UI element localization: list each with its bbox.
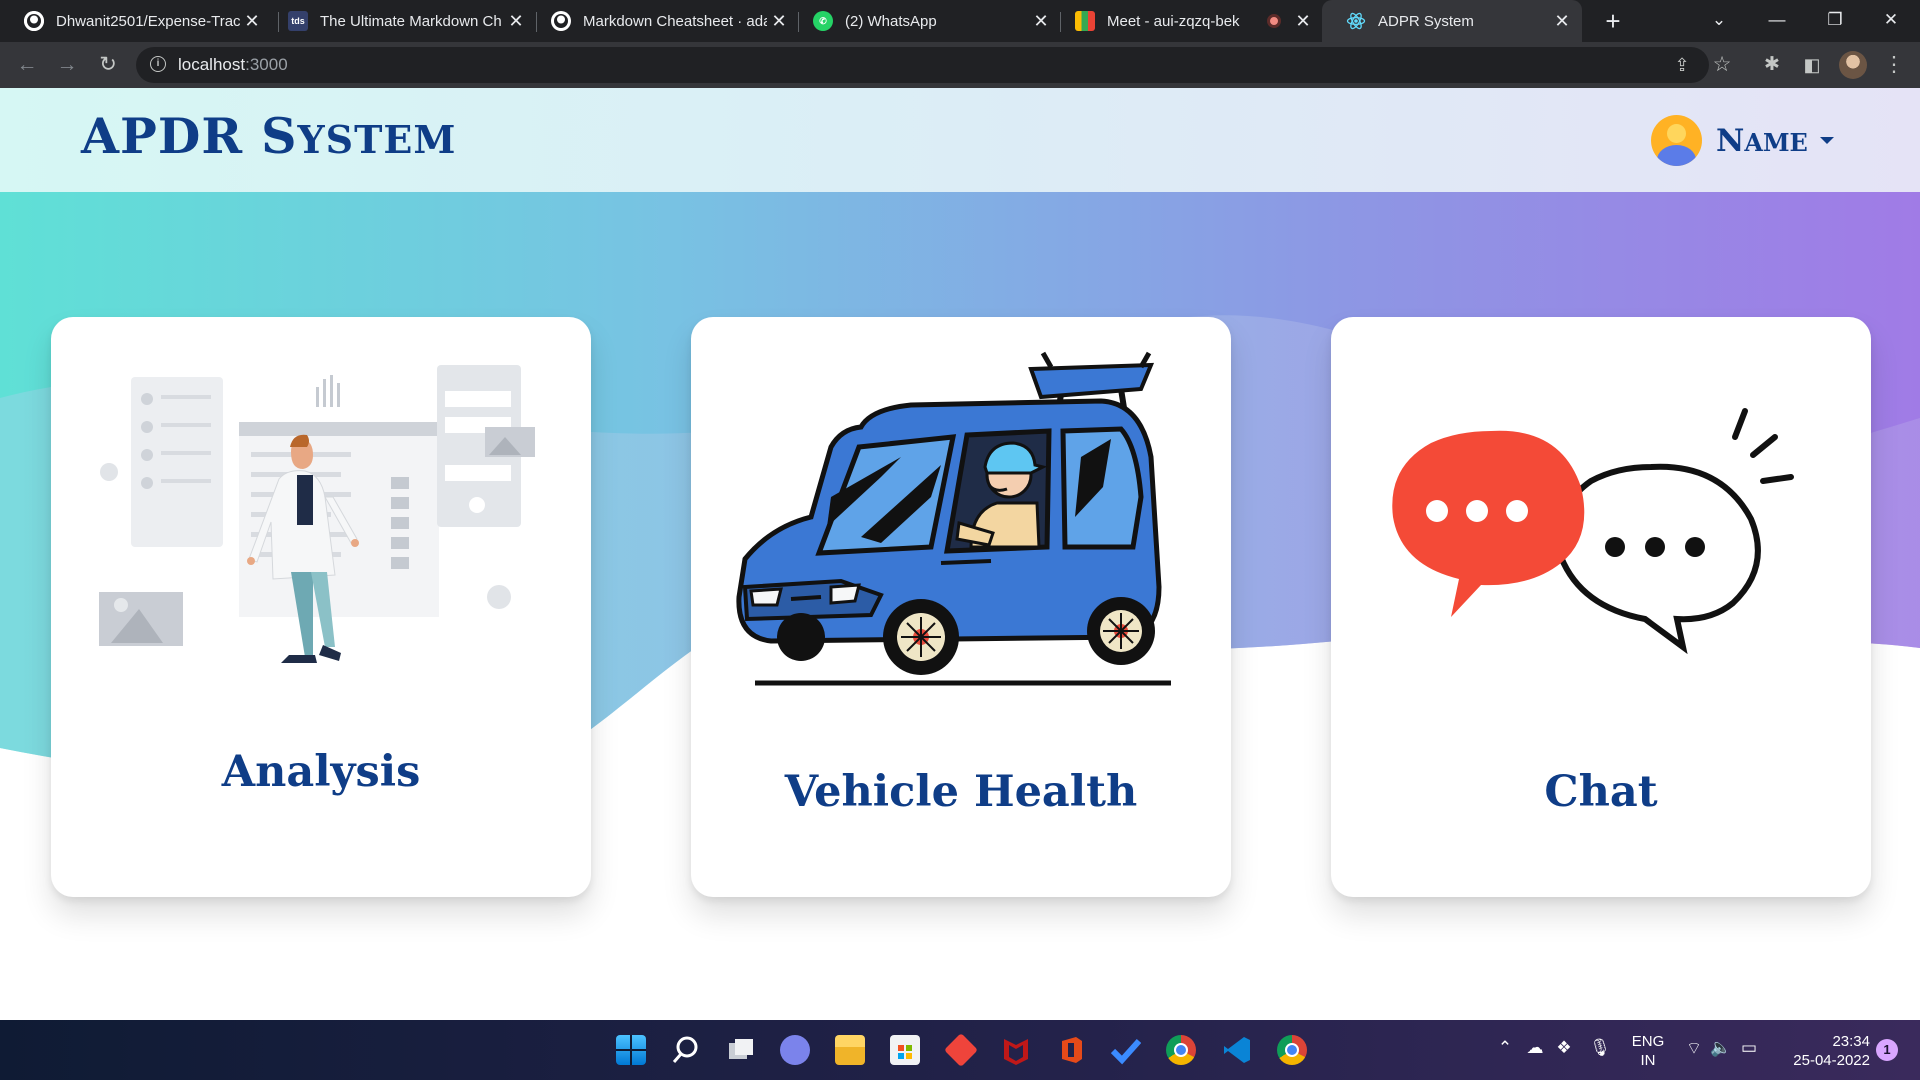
file-explorer-icon[interactable] bbox=[835, 1035, 865, 1065]
app-navbar: APDR SYSTEM NAME bbox=[0, 88, 1920, 192]
close-icon[interactable]: ✕ bbox=[1291, 11, 1315, 32]
teams-chat-icon[interactable] bbox=[780, 1035, 810, 1065]
side-panel-icon[interactable]: ◧ bbox=[1798, 51, 1826, 79]
browser-tab-strip: Dhwanit2501/Expense-Track ✕ tds The Ulti… bbox=[0, 0, 1920, 42]
minimize-button[interactable]: — bbox=[1748, 0, 1806, 42]
browser-tab[interactable]: tds The Ultimate Markdown Ch ✕ bbox=[264, 0, 536, 42]
vehicle-health-card[interactable]: Vehicle Health bbox=[691, 317, 1231, 897]
card-title: Analysis bbox=[221, 747, 421, 797]
office-icon[interactable] bbox=[1056, 1035, 1086, 1065]
windows-start-icon[interactable] bbox=[616, 1035, 646, 1065]
onedrive-icon[interactable]: ☁ bbox=[1524, 1038, 1546, 1058]
vscode-icon[interactable] bbox=[1222, 1035, 1252, 1065]
close-icon[interactable]: ✕ bbox=[767, 11, 791, 32]
back-arrow-icon[interactable]: ← bbox=[13, 51, 41, 79]
extensions-puzzle-icon[interactable]: ✱ bbox=[1758, 51, 1786, 79]
tab-title: (2) WhatsApp bbox=[845, 12, 937, 30]
tab-title: Markdown Cheatsheet · ada bbox=[583, 12, 767, 30]
data-analyst-illustration bbox=[99, 365, 535, 663]
anydesk-icon[interactable] bbox=[944, 1033, 978, 1067]
react-icon bbox=[1346, 11, 1366, 31]
close-window-button[interactable]: ✕ bbox=[1862, 0, 1920, 42]
battery-icon[interactable]: ▭ bbox=[1738, 1038, 1760, 1058]
bookmark-star-icon[interactable]: ☆ bbox=[1708, 51, 1736, 79]
profile-avatar[interactable] bbox=[1839, 51, 1867, 79]
tab-title: The Ultimate Markdown Ch bbox=[320, 12, 502, 30]
close-icon[interactable]: ✕ bbox=[1550, 11, 1574, 32]
microphone-icon[interactable]: 🎙 bbox=[1589, 1038, 1611, 1058]
windows-taskbar: ⌃ ☁ ❖ 🎙 ENG IN ⌔ 🔈 ▭ 23:34 25-04-2022 bbox=[0, 1020, 1920, 1080]
chrome-icon[interactable] bbox=[1277, 1035, 1307, 1065]
chat-card[interactable]: Chat bbox=[1331, 317, 1871, 897]
caret-down-icon bbox=[1819, 137, 1834, 144]
microsoft-store-icon[interactable] bbox=[890, 1035, 920, 1065]
todo-icon[interactable] bbox=[1110, 1035, 1142, 1065]
new-tab-button[interactable]: + bbox=[1597, 5, 1629, 37]
speech-bubbles-illustration bbox=[1392, 408, 1794, 655]
brand-title[interactable]: APDR SYSTEM bbox=[81, 107, 456, 165]
github-icon bbox=[24, 11, 44, 31]
close-icon[interactable]: ✕ bbox=[240, 11, 264, 32]
site-info-icon[interactable]: i bbox=[150, 56, 166, 72]
tab-title: ADPR System bbox=[1378, 12, 1474, 30]
mcafee-icon[interactable] bbox=[1001, 1035, 1031, 1065]
browser-tab[interactable]: Markdown Cheatsheet · ada ✕ bbox=[527, 0, 799, 42]
url-text: localhost:3000 bbox=[178, 55, 288, 74]
browser-toolbar: ← → ↻ i localhost:3000 ⇪ ☆ ✱ ◧ ⋮ bbox=[0, 42, 1920, 88]
card-title: Chat bbox=[1544, 767, 1658, 817]
github-icon bbox=[551, 11, 571, 31]
chevron-up-icon[interactable]: ⌃ bbox=[1494, 1038, 1516, 1058]
close-icon[interactable]: ✕ bbox=[1029, 11, 1053, 32]
volume-icon[interactable]: 🔈 bbox=[1710, 1038, 1732, 1058]
wifi-icon[interactable]: ⌔ bbox=[1683, 1038, 1705, 1059]
tds-icon: tds bbox=[288, 11, 308, 31]
blue-car-illustration bbox=[736, 351, 1171, 686]
task-view-icon[interactable] bbox=[726, 1035, 756, 1065]
notification-badge[interactable]: 1 bbox=[1876, 1039, 1898, 1061]
language-indicator[interactable]: ENG IN bbox=[1628, 1032, 1668, 1070]
close-icon[interactable]: ✕ bbox=[504, 11, 528, 32]
browser-tab-active[interactable]: ADPR System ✕ bbox=[1322, 0, 1582, 42]
analysis-card[interactable]: Analysis bbox=[51, 317, 591, 897]
tab-title: Dhwanit2501/Expense-Track bbox=[56, 12, 240, 30]
browser-tab[interactable]: Dhwanit2501/Expense-Track ✕ bbox=[0, 0, 272, 42]
dropbox-icon[interactable]: ❖ bbox=[1553, 1038, 1575, 1058]
recording-icon bbox=[1267, 14, 1281, 28]
address-bar[interactable]: i localhost:3000 bbox=[136, 47, 1709, 83]
user-menu-dropdown[interactable]: NAME bbox=[1651, 115, 1834, 166]
forward-arrow-icon[interactable]: → bbox=[53, 51, 81, 79]
chrome-icon[interactable] bbox=[1166, 1035, 1196, 1065]
card-title: Vehicle Health bbox=[784, 767, 1138, 817]
share-icon[interactable]: ⇪ bbox=[1668, 51, 1696, 79]
clock[interactable]: 23:34 25-04-2022 bbox=[1776, 1032, 1870, 1070]
menu-kebab-icon[interactable]: ⋮ bbox=[1880, 51, 1908, 79]
search-icon[interactable] bbox=[671, 1035, 701, 1065]
browser-tab[interactable]: Meet - aui-zqzq-bek ✕ bbox=[1051, 0, 1323, 42]
app-page: APDR SYSTEM NAME Analysis Vehicle Health… bbox=[0, 88, 1920, 1020]
meet-icon bbox=[1075, 11, 1095, 31]
reload-icon[interactable]: ↻ bbox=[94, 51, 122, 79]
whatsapp-icon: ✆ bbox=[813, 11, 833, 31]
tab-search-chevron-icon[interactable]: ⌄ bbox=[1690, 0, 1748, 42]
restore-button[interactable]: ❐ bbox=[1806, 0, 1864, 42]
user-avatar-icon bbox=[1651, 115, 1702, 166]
user-name: NAME bbox=[1716, 122, 1808, 159]
browser-tab[interactable]: ✆ (2) WhatsApp ✕ bbox=[789, 0, 1061, 42]
tab-title: Meet - aui-zqzq-bek bbox=[1107, 12, 1240, 30]
